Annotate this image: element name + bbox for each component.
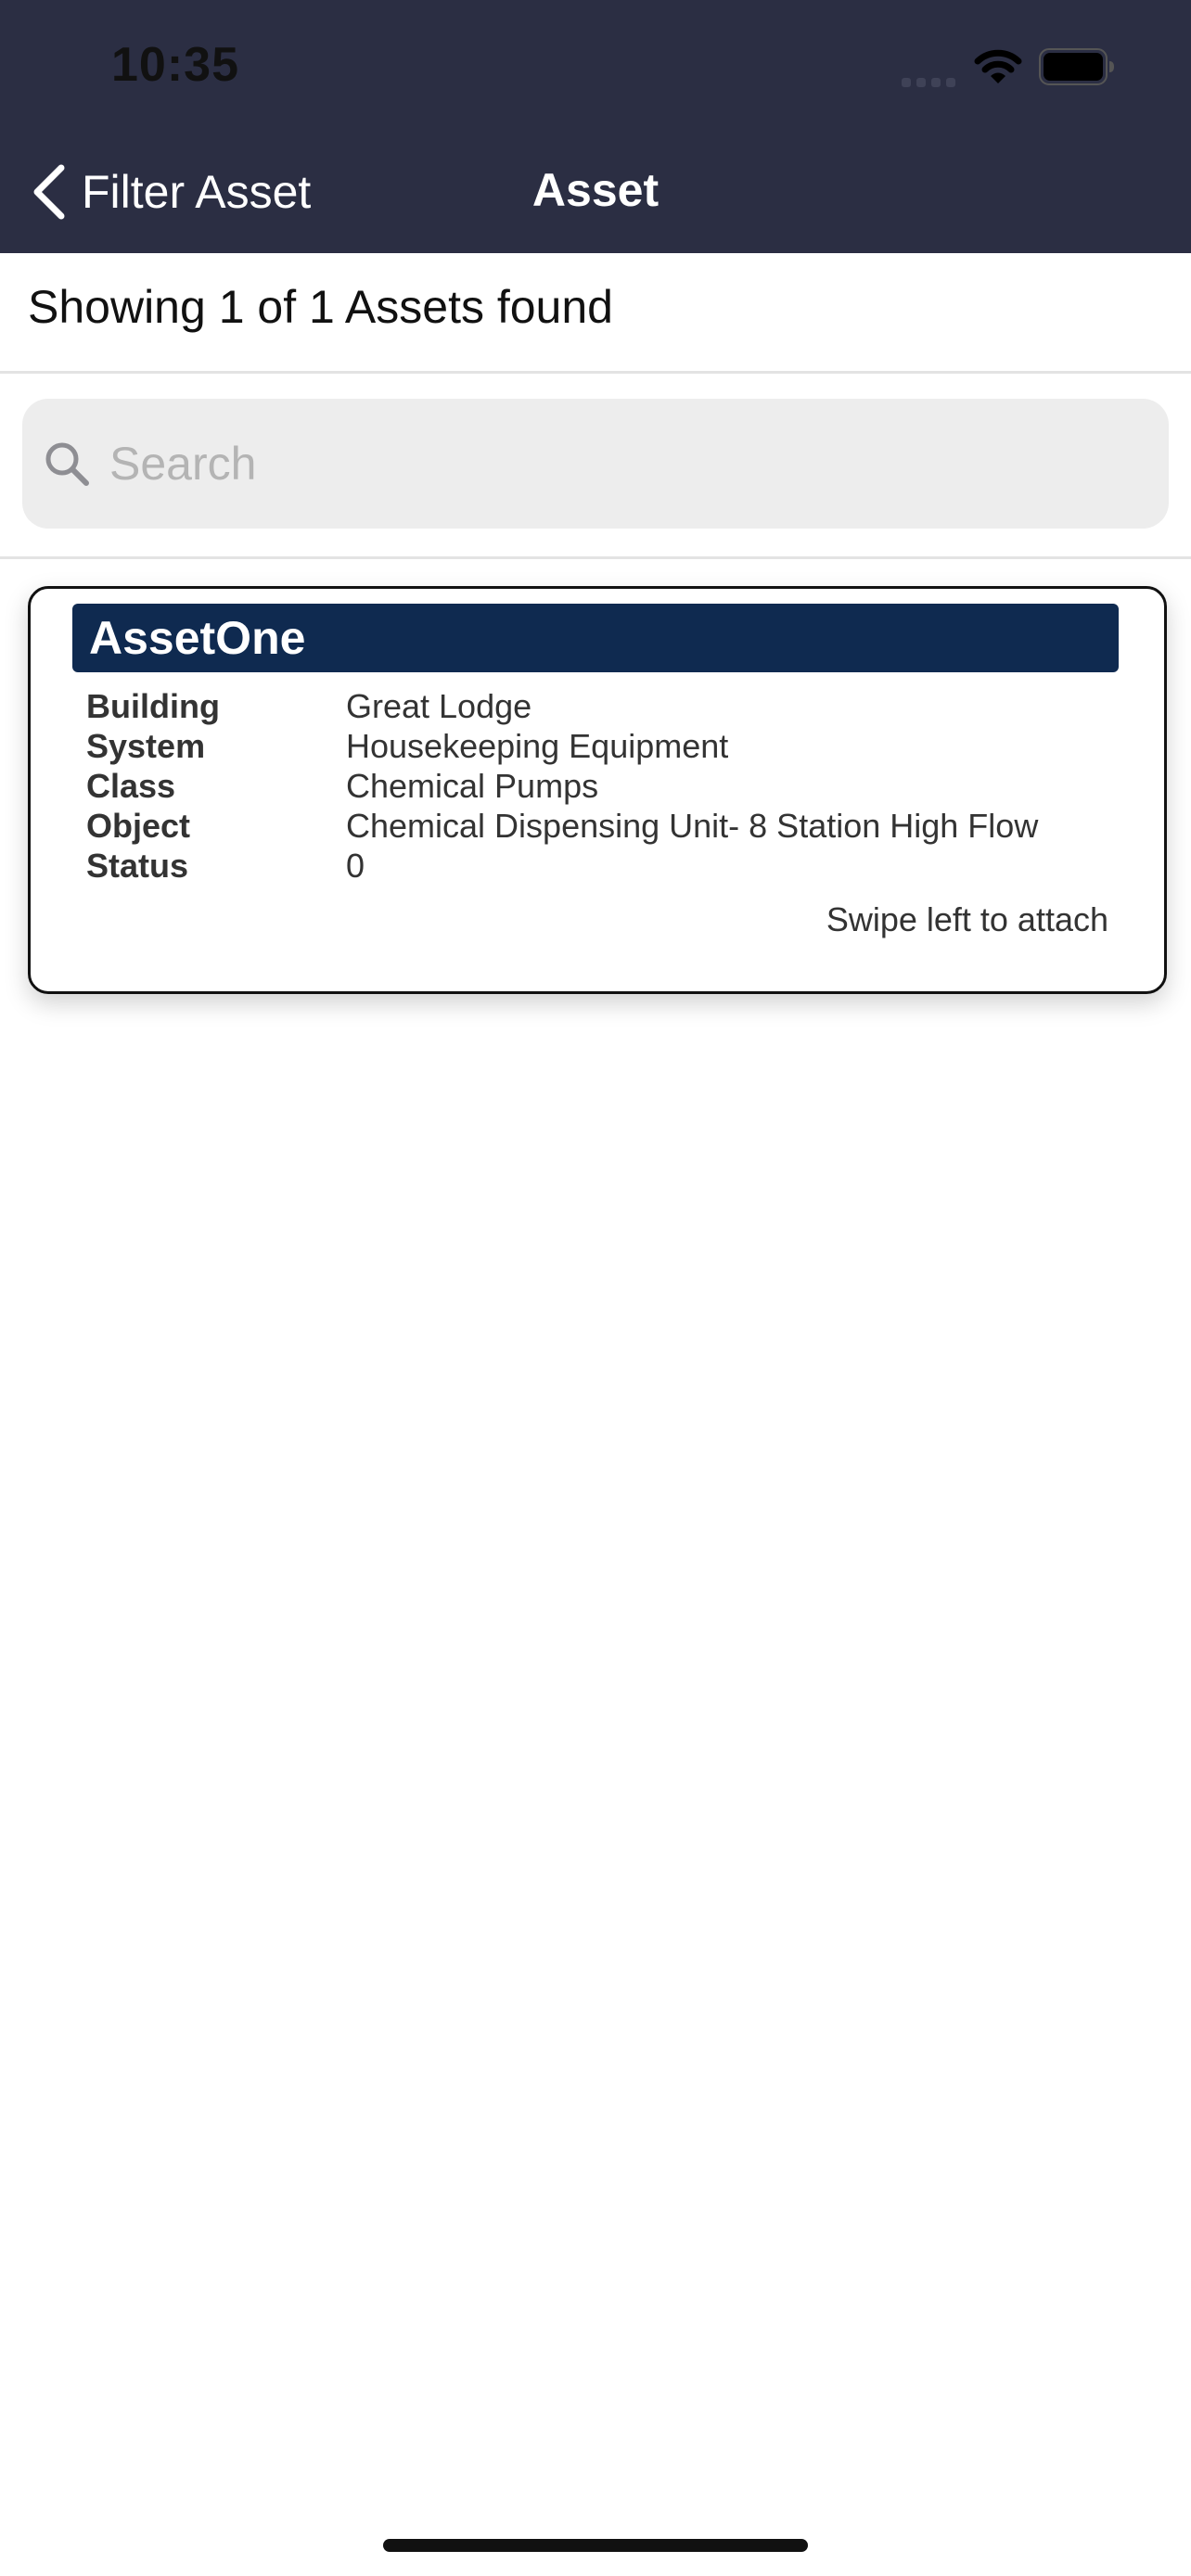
field-value: 0	[346, 847, 365, 885]
search-input[interactable]	[108, 436, 1132, 491]
status-time: 10:35	[111, 38, 239, 92]
field-value: Housekeeping Equipment	[346, 727, 729, 765]
asset-name: AssetOne	[89, 612, 306, 664]
wifi-icon	[974, 49, 1022, 83]
page-title: Asset	[531, 164, 660, 216]
asset-screen: 10:35 Filter Asset Asset Showing 1 of 1 …	[0, 0, 1191, 2576]
field-label: Object	[86, 807, 191, 845]
field-value: Great Lodge	[346, 687, 532, 725]
divider	[0, 556, 1191, 559]
field-value: Chemical Pumps	[346, 767, 599, 805]
cellular-signal-icon	[902, 78, 955, 87]
field-label: Status	[86, 847, 189, 885]
field-value: Chemical Dispensing Unit- 8 Station High…	[346, 807, 1039, 845]
divider	[0, 371, 1191, 374]
swipe-hint: Swipe left to attach	[826, 900, 1108, 938]
field-label: Class	[86, 767, 176, 805]
field-label: System	[86, 727, 206, 765]
header: 10:35 Filter Asset Asset	[0, 0, 1191, 253]
field-label: Building	[86, 687, 220, 725]
battery-icon	[1039, 48, 1114, 85]
search-icon	[45, 442, 89, 486]
asset-name-bar: AssetOne	[72, 604, 1119, 672]
results-summary: Showing 1 of 1 Assets found	[28, 281, 613, 333]
search-bar[interactable]	[22, 399, 1169, 529]
home-indicator[interactable]	[383, 2539, 808, 2552]
asset-card[interactable]: AssetOne Building Great Lodge System Hou…	[28, 586, 1167, 994]
